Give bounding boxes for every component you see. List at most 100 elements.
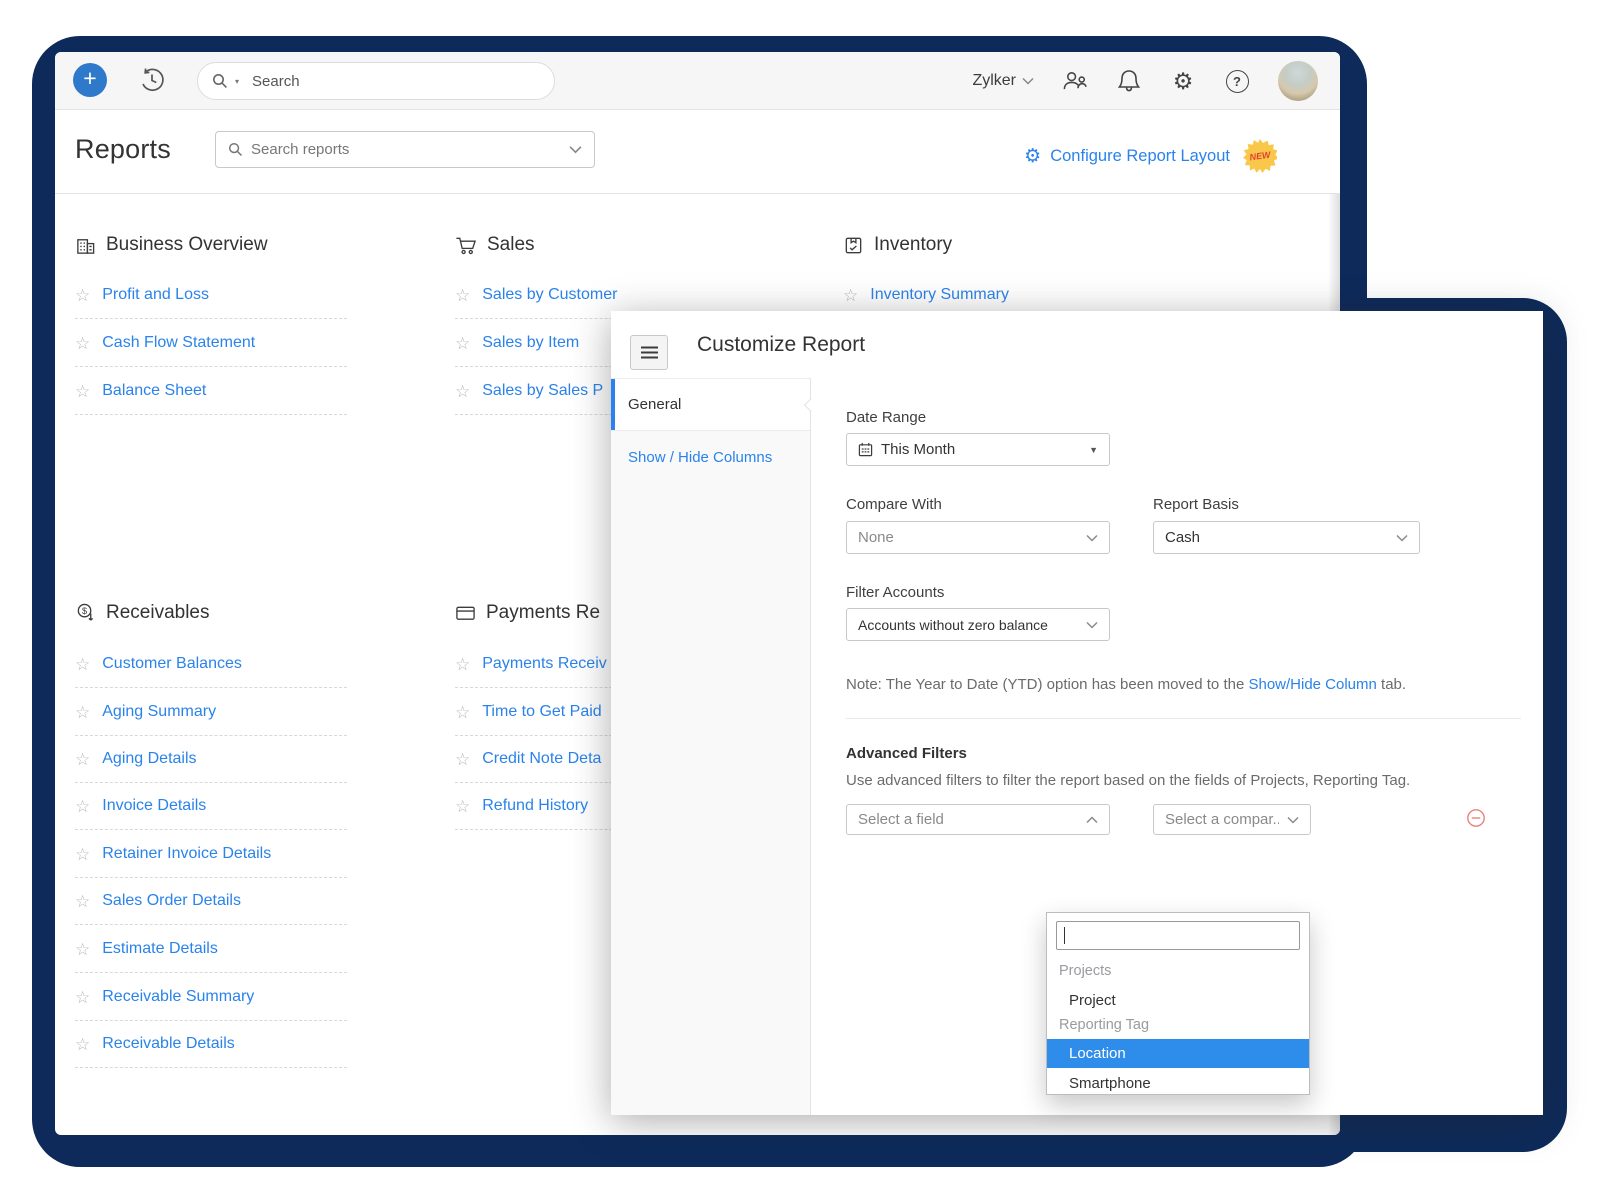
search-scope-caret-icon[interactable]: ▾ bbox=[235, 77, 239, 86]
favorite-star-icon[interactable]: ☆ bbox=[75, 1036, 90, 1053]
screenshot-canvas: + ▾ Search Zylker bbox=[0, 0, 1600, 1200]
header-divider bbox=[55, 193, 1340, 194]
chevron-down-icon bbox=[1287, 816, 1299, 824]
report-link[interactable]: Invoice Details bbox=[102, 797, 206, 815]
comparator-select[interactable]: Select a compar... bbox=[1153, 804, 1311, 835]
filter-accounts-value: Accounts without zero balance bbox=[858, 617, 1078, 633]
business-overview-icon bbox=[75, 235, 96, 256]
favorite-star-icon[interactable]: ☆ bbox=[75, 335, 90, 352]
favorite-star-icon[interactable]: ☆ bbox=[75, 989, 90, 1006]
favorite-star-icon[interactable]: ☆ bbox=[75, 704, 90, 721]
favorite-star-icon[interactable]: ☆ bbox=[75, 383, 90, 400]
tab-show-hide-columns[interactable]: Show / Hide Columns bbox=[611, 431, 810, 483]
sales-cart-icon bbox=[455, 235, 477, 256]
favorite-star-icon[interactable]: ☆ bbox=[75, 287, 90, 304]
inventory-box-icon bbox=[843, 235, 864, 256]
section-title: Sales bbox=[487, 234, 535, 256]
report-row: ☆ Profit and Loss bbox=[75, 272, 347, 319]
section-title: Receivables bbox=[106, 602, 210, 624]
field-select[interactable]: Select a field bbox=[846, 804, 1110, 835]
modal-header: Customize Report bbox=[611, 311, 1543, 378]
org-switcher[interactable]: Zylker bbox=[972, 72, 1034, 90]
dropdown-search-input[interactable] bbox=[1056, 921, 1300, 950]
chevron-down-icon bbox=[1022, 77, 1034, 85]
section-title: Inventory bbox=[874, 234, 952, 256]
menu-hamburger-button[interactable] bbox=[630, 335, 668, 370]
filter-accounts-select[interactable]: Accounts without zero balance bbox=[846, 608, 1110, 641]
favorite-star-icon[interactable]: ☆ bbox=[455, 335, 470, 352]
report-link[interactable]: Receivable Details bbox=[102, 1035, 235, 1053]
favorite-star-icon[interactable]: ☆ bbox=[455, 287, 470, 304]
favorite-star-icon[interactable]: ☆ bbox=[455, 751, 470, 768]
favorite-star-icon[interactable]: ☆ bbox=[75, 751, 90, 768]
section-title: Business Overview bbox=[106, 234, 268, 256]
date-range-select[interactable]: This Month ▼ bbox=[846, 433, 1110, 466]
caret-down-icon: ▼ bbox=[1089, 445, 1098, 455]
report-link[interactable]: Refund History bbox=[482, 797, 588, 815]
report-link[interactable]: Sales by Customer bbox=[482, 286, 617, 304]
tab-general[interactable]: General bbox=[611, 379, 810, 431]
referral-users-icon[interactable] bbox=[1062, 68, 1088, 94]
favorite-star-icon[interactable]: ☆ bbox=[75, 798, 90, 815]
report-link[interactable]: Cash Flow Statement bbox=[102, 334, 255, 352]
favorite-star-icon[interactable]: ☆ bbox=[75, 846, 90, 863]
section-divider bbox=[846, 718, 1521, 719]
favorite-star-icon[interactable]: ☆ bbox=[75, 656, 90, 673]
report-link[interactable]: Sales by Sales P bbox=[482, 382, 603, 400]
configure-report-layout-link[interactable]: ⚙ Configure Report Layout bbox=[1024, 147, 1230, 166]
report-link[interactable]: Retainer Invoice Details bbox=[102, 845, 271, 863]
note-text: Note: The Year to Date (YTD) option has … bbox=[846, 676, 1248, 693]
dropdown-group-projects: Projects bbox=[1059, 963, 1111, 979]
dropdown-option-smartphone[interactable]: Smartphone bbox=[1047, 1069, 1309, 1097]
report-link[interactable]: Receivable Summary bbox=[102, 988, 254, 1006]
report-link[interactable]: Sales Order Details bbox=[102, 892, 241, 910]
favorite-star-icon[interactable]: ☆ bbox=[455, 798, 470, 815]
recent-history-icon[interactable] bbox=[137, 65, 167, 95]
report-link[interactable]: Aging Details bbox=[102, 750, 196, 768]
favorite-star-icon[interactable]: ☆ bbox=[843, 287, 858, 304]
report-row: ☆ Aging Details bbox=[75, 736, 347, 783]
chevron-down-icon bbox=[1086, 621, 1098, 629]
chevron-up-icon bbox=[1086, 816, 1098, 824]
search-icon bbox=[212, 73, 228, 89]
quick-create-button[interactable]: + bbox=[73, 63, 107, 97]
report-link[interactable]: Credit Note Deta bbox=[482, 750, 601, 768]
notifications-bell-icon[interactable] bbox=[1116, 68, 1142, 94]
search-reports-select[interactable]: Search reports bbox=[215, 131, 595, 168]
report-link[interactable]: Balance Sheet bbox=[102, 382, 206, 400]
report-basis-value: Cash bbox=[1165, 529, 1388, 546]
report-basis-select[interactable]: Cash bbox=[1153, 521, 1420, 554]
report-link[interactable]: Aging Summary bbox=[102, 703, 216, 721]
report-link[interactable]: Estimate Details bbox=[102, 940, 218, 958]
global-search-input[interactable]: ▾ Search bbox=[197, 62, 555, 100]
dropdown-option-location[interactable]: Location bbox=[1047, 1039, 1309, 1068]
help-icon[interactable]: ? bbox=[1224, 68, 1250, 94]
report-row: ☆ Cash Flow Statement bbox=[75, 320, 347, 367]
compare-with-label: Compare With bbox=[846, 496, 942, 513]
report-row: ☆ Aging Summary bbox=[75, 689, 347, 736]
favorite-star-icon[interactable]: ☆ bbox=[75, 893, 90, 910]
report-link[interactable]: Time to Get Paid bbox=[482, 703, 601, 721]
compare-with-select[interactable]: None bbox=[846, 521, 1110, 554]
favorite-star-icon[interactable]: ☆ bbox=[455, 383, 470, 400]
show-hide-column-link[interactable]: Show/Hide Column bbox=[1248, 676, 1376, 693]
tab-label: Show / Hide Columns bbox=[628, 449, 772, 466]
remove-filter-row-icon[interactable] bbox=[1466, 808, 1486, 828]
dropdown-option-project[interactable]: Project bbox=[1047, 986, 1309, 1014]
modal-title: Customize Report bbox=[697, 333, 865, 357]
favorite-star-icon[interactable]: ☆ bbox=[455, 704, 470, 721]
section-business-overview: Business Overview bbox=[75, 234, 268, 256]
report-link[interactable]: Profit and Loss bbox=[102, 286, 209, 304]
top-navbar: + ▾ Search Zylker bbox=[55, 52, 1340, 110]
favorite-star-icon[interactable]: ☆ bbox=[455, 656, 470, 673]
user-avatar[interactable] bbox=[1278, 61, 1318, 101]
svg-text:$: $ bbox=[82, 606, 87, 616]
report-link[interactable]: Customer Balances bbox=[102, 655, 242, 673]
report-link[interactable]: Inventory Summary bbox=[870, 286, 1009, 304]
favorite-star-icon[interactable]: ☆ bbox=[75, 941, 90, 958]
report-link[interactable]: Sales by Item bbox=[482, 334, 579, 352]
report-link[interactable]: Payments Receiv bbox=[482, 655, 607, 673]
chevron-down-icon bbox=[1396, 534, 1408, 542]
settings-gear-icon[interactable]: ⚙ bbox=[1170, 68, 1196, 94]
report-row: ☆ Retainer Invoice Details bbox=[75, 831, 347, 878]
